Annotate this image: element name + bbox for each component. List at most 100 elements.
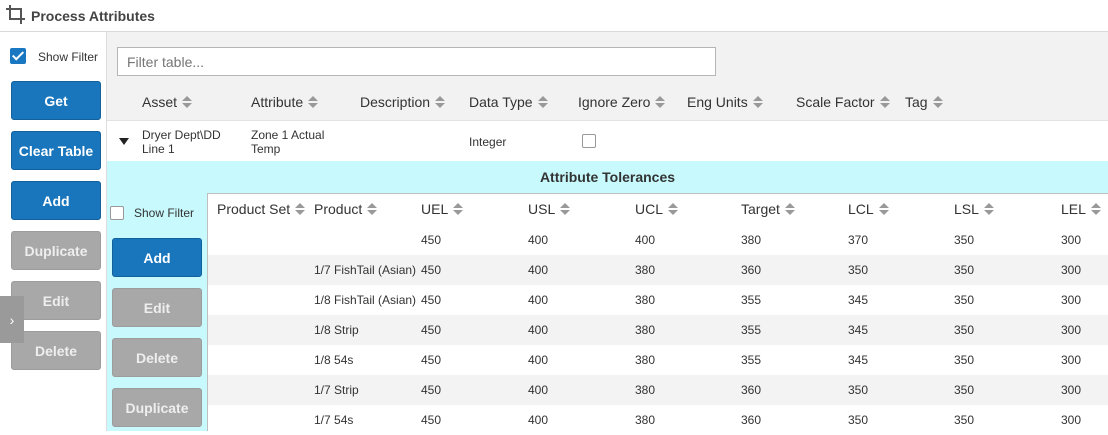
- lcl-cell: 350: [848, 263, 869, 277]
- lel-cell: 300: [1061, 353, 1082, 367]
- table-row[interactable]: 1/7 Strip 450 400 380 360 350 350 300: [208, 375, 1108, 405]
- sort-icon[interactable]: [537, 95, 548, 109]
- usl-cell: 400: [528, 413, 549, 427]
- usl-cell: 400: [528, 323, 549, 337]
- lel-cell: 300: [1061, 233, 1082, 247]
- product-cell: 1/8 54s: [314, 353, 354, 367]
- column-header-description[interactable]: Description: [360, 94, 446, 110]
- sort-icon[interactable]: [308, 95, 319, 109]
- ucl-cell: 380: [635, 263, 656, 277]
- table-row[interactable]: 1/8 FishTail (Asian) 450 400 380 355 345…: [208, 285, 1108, 315]
- crop-icon: [6, 5, 25, 24]
- target-cell: 360: [741, 383, 762, 397]
- sort-icon[interactable]: [367, 202, 378, 216]
- lsl-cell: 350: [954, 323, 975, 337]
- sort-icon[interactable]: [784, 202, 795, 216]
- column-header-lcl[interactable]: LCL: [848, 201, 889, 217]
- table-row[interactable]: Dryer Dept\DD Line 1 Zone 1 Actual Temp …: [107, 120, 1108, 162]
- column-header-eng-units[interactable]: Eng Units: [687, 94, 763, 110]
- show-filter-label: Show Filter: [38, 50, 99, 64]
- lel-cell: 300: [1061, 323, 1082, 337]
- collapse-caret-icon[interactable]: [119, 138, 129, 145]
- table-row[interactable]: 1/8 Strip 450 400 380 355 345 350 300: [208, 315, 1108, 345]
- column-header-uel[interactable]: UEL: [421, 201, 464, 217]
- left-panel: Show Filter Get Clear Table Add Duplicat…: [0, 32, 107, 431]
- lel-cell: 300: [1061, 413, 1082, 427]
- sort-icon[interactable]: [983, 202, 994, 216]
- target-cell: 355: [741, 323, 762, 337]
- ucl-cell: 380: [635, 323, 656, 337]
- lcl-cell: 345: [848, 323, 869, 337]
- lcl-cell: 350: [848, 413, 869, 427]
- sort-icon[interactable]: [752, 95, 763, 109]
- attribute-tolerances-title: Attribute Tolerances: [539, 169, 676, 185]
- column-header-product-set[interactable]: Product Set: [217, 201, 306, 217]
- lsl-cell: 350: [954, 413, 975, 427]
- column-header-product[interactable]: Product: [314, 201, 378, 217]
- sort-icon[interactable]: [435, 95, 446, 109]
- table-row[interactable]: 1/8 54s 450 400 380 355 345 350 300: [208, 345, 1108, 375]
- usl-cell: 400: [528, 293, 549, 307]
- column-header-usl[interactable]: USL: [528, 201, 571, 217]
- lsl-cell: 350: [954, 293, 975, 307]
- sort-icon[interactable]: [1090, 202, 1101, 216]
- sort-icon[interactable]: [295, 202, 306, 216]
- table-row[interactable]: 1/7 FishTail (Asian) 450 400 380 360 350…: [208, 255, 1108, 285]
- sort-icon[interactable]: [932, 95, 943, 109]
- tolerance-delete-button[interactable]: Delete: [112, 338, 202, 377]
- column-header-lel[interactable]: LEL: [1061, 201, 1101, 217]
- table-row[interactable]: 450 400 400 380 370 350 300: [208, 225, 1108, 255]
- column-header-asset[interactable]: Asset: [142, 94, 193, 110]
- show-filter-checkbox[interactable]: [10, 48, 26, 64]
- sort-icon[interactable]: [655, 95, 666, 109]
- attribute-tolerances-panel: Attribute Tolerances Show Filter Add Edi…: [107, 161, 1108, 431]
- data-type-cell: Integer: [469, 135, 507, 149]
- lsl-cell: 350: [954, 383, 975, 397]
- duplicate-button[interactable]: Duplicate: [11, 231, 101, 270]
- lel-cell: 300: [1061, 293, 1082, 307]
- column-header-ignore-zero[interactable]: Ignore Zero: [578, 94, 666, 110]
- lel-cell: 300: [1061, 383, 1082, 397]
- ucl-cell: 380: [635, 353, 656, 367]
- column-header-attribute[interactable]: Attribute: [251, 94, 319, 110]
- column-header-scale-factor[interactable]: Scale Factor: [796, 94, 890, 110]
- page-title: Process Attributes: [31, 8, 155, 24]
- column-header-target[interactable]: Target: [741, 201, 795, 217]
- column-header-tag[interactable]: Tag: [905, 94, 943, 110]
- tolerance-add-button[interactable]: Add: [112, 238, 202, 277]
- tolerances-grid: Product Set Product UEL USL UCL Target L…: [207, 193, 1108, 431]
- get-button[interactable]: Get: [11, 81, 101, 120]
- ignore-zero-checkbox[interactable]: [582, 134, 596, 148]
- column-header-lsl[interactable]: LSL: [954, 201, 994, 217]
- sort-icon[interactable]: [879, 95, 890, 109]
- lcl-cell: 370: [848, 233, 869, 247]
- filter-table-input[interactable]: [117, 47, 716, 76]
- lsl-cell: 350: [954, 233, 975, 247]
- sort-icon[interactable]: [878, 202, 889, 216]
- sort-icon[interactable]: [560, 202, 571, 216]
- edit-button[interactable]: Edit: [11, 281, 101, 320]
- target-cell: 360: [741, 263, 762, 277]
- tolerance-edit-button[interactable]: Edit: [112, 288, 202, 327]
- expand-panel-chevron-icon[interactable]: ›: [0, 296, 24, 343]
- attribute-cell: Zone 1 Actual Temp: [251, 128, 325, 156]
- sort-icon[interactable]: [668, 202, 679, 216]
- clear-table-button[interactable]: Clear Table: [11, 131, 101, 170]
- sort-icon[interactable]: [453, 202, 464, 216]
- uel-cell: 450: [421, 233, 442, 247]
- lsl-cell: 350: [954, 353, 975, 367]
- tolerance-duplicate-button[interactable]: Duplicate: [112, 388, 202, 427]
- asset-cell: Dryer Dept\DD Line 1: [142, 128, 221, 156]
- column-header-data-type[interactable]: Data Type: [469, 94, 548, 110]
- target-cell: 355: [741, 353, 762, 367]
- add-button[interactable]: Add: [11, 181, 101, 220]
- ucl-cell: 380: [635, 383, 656, 397]
- tolerance-show-filter-checkbox[interactable]: [110, 206, 124, 220]
- sort-icon[interactable]: [182, 95, 193, 109]
- column-header-ucl[interactable]: UCL: [635, 201, 679, 217]
- uel-cell: 450: [421, 353, 442, 367]
- delete-button[interactable]: Delete: [11, 331, 101, 370]
- usl-cell: 400: [528, 233, 549, 247]
- product-cell: 1/7 FishTail (Asian): [314, 263, 417, 277]
- target-cell: 380: [741, 233, 762, 247]
